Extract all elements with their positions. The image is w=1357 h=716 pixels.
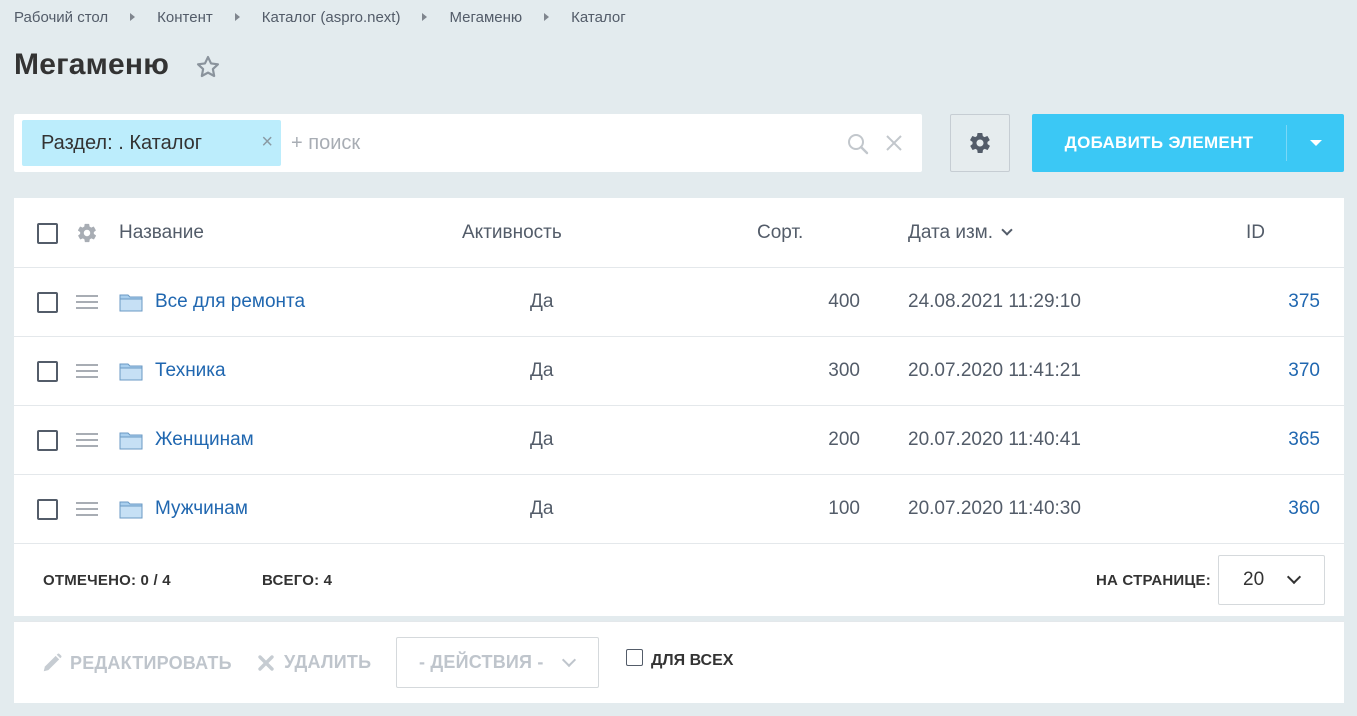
cross-icon: [258, 654, 274, 671]
gear-icon[interactable]: [76, 222, 98, 244]
total-counter-label: ВСЕГО:: [262, 572, 320, 589]
action-panel: РЕДАКТИРОВАТЬ УДАЛИТЬ - ДЕЙСТВИЯ - ДЛЯ В…: [14, 621, 1344, 703]
column-header-date-label: Дата изм.: [908, 221, 994, 243]
selected-counter-value: 0 / 4: [140, 572, 171, 589]
chevron-down-icon: [1001, 223, 1013, 236]
row-id-link[interactable]: 370: [1288, 360, 1320, 382]
row-name-link[interactable]: Мужчинам: [155, 498, 248, 520]
breadcrumb-separator-icon: [130, 13, 136, 21]
selected-counter-label: ОТМЕЧЕНО:: [43, 572, 137, 589]
row-checkbox[interactable]: [37, 498, 58, 520]
edit-button-label: РЕДАКТИРОВАТЬ: [70, 652, 232, 673]
add-element-dropdown[interactable]: [1287, 140, 1344, 146]
total-counter: ВСЕГО: 4: [262, 572, 332, 589]
drag-handle-icon[interactable]: [76, 433, 98, 449]
row-sort: 200: [828, 429, 860, 450]
edit-button[interactable]: РЕДАКТИРОВАТЬ: [41, 652, 232, 674]
folder-icon: [119, 292, 143, 312]
chevron-down-icon: [561, 652, 577, 668]
breadcrumb-item-megamenu[interactable]: Мегаменю: [449, 9, 522, 26]
chevron-down-icon: [1309, 140, 1322, 146]
add-element-button[interactable]: ДОБАВИТЬ ЭЛЕМЕНТ: [1032, 114, 1344, 172]
filter-search-box[interactable]: Раздел: . Каталог ×: [14, 114, 922, 172]
delete-button-label: УДАЛИТЬ: [284, 652, 372, 672]
page-title: Мегаменю: [14, 48, 170, 81]
elements-grid: Название Активность Сорт. Дата изм. ID В…: [14, 198, 1344, 616]
pencil-icon: [43, 653, 62, 672]
row-active: Да: [530, 429, 554, 450]
column-header-sort[interactable]: Сорт.: [757, 222, 803, 244]
row-active: Да: [530, 291, 554, 312]
row-active: Да: [530, 360, 554, 381]
search-icon[interactable]: [846, 132, 870, 156]
close-icon[interactable]: ×: [261, 132, 273, 152]
drag-handle-icon[interactable]: [76, 364, 98, 380]
gear-icon: [970, 133, 990, 153]
per-page-value: 20: [1243, 569, 1265, 590]
breadcrumb-separator-icon: [422, 13, 428, 21]
title-row: Мегаменю: [14, 48, 221, 82]
folder-icon: [119, 361, 143, 381]
row-date: 20.07.2020 11:40:41: [908, 429, 1081, 450]
row-id-link[interactable]: 375: [1288, 291, 1320, 313]
column-header-name[interactable]: Название: [119, 222, 204, 244]
drag-handle-icon[interactable]: [76, 295, 98, 311]
for-all-label: ДЛЯ ВСЕХ: [651, 652, 734, 669]
table-row[interactable]: Женщинам Да 200 20.07.2020 11:40:41 365: [14, 406, 1344, 475]
table-row[interactable]: Все для ремонта Да 400 24.08.2021 11:29:…: [14, 268, 1344, 337]
drag-handle-icon[interactable]: [76, 502, 98, 518]
row-date: 20.07.2020 11:40:30: [908, 498, 1081, 519]
table-row[interactable]: Мужчинам Да 100 20.07.2020 11:40:30 360: [14, 475, 1344, 544]
selected-counter: ОТМЕЧЕНО: 0 / 4: [43, 572, 171, 589]
total-counter-value: 4: [323, 572, 333, 589]
grid-header-row: Название Активность Сорт. Дата изм. ID: [14, 198, 1344, 268]
breadcrumb-separator-icon: [544, 13, 550, 21]
actions-select-value: - ДЕЙСТВИЯ -: [419, 652, 544, 672]
actions-select[interactable]: - ДЕЙСТВИЯ -: [396, 637, 599, 688]
row-id-link[interactable]: 360: [1288, 498, 1320, 520]
row-checkbox[interactable]: [37, 291, 58, 313]
breadcrumb-separator-icon: [234, 13, 240, 21]
for-all-option[interactable]: ДЛЯ ВСЕХ: [626, 648, 734, 670]
breadcrumb-item-catalog[interactable]: Каталог: [571, 9, 626, 26]
per-page-select[interactable]: 20: [1218, 555, 1325, 605]
column-header-date[interactable]: Дата изм.: [908, 221, 1013, 244]
breadcrumb-item-catalog-aspro[interactable]: Каталог (aspro.next): [262, 9, 401, 26]
column-header-id[interactable]: ID: [1246, 222, 1265, 244]
search-input[interactable]: [291, 123, 831, 163]
filter-tag-label: Раздел: . Каталог: [41, 131, 203, 154]
column-header-active[interactable]: Активность: [462, 222, 562, 244]
row-sort: 400: [828, 291, 860, 312]
add-element-label: ДОБАВИТЬ ЭЛЕМЕНТ: [1064, 133, 1254, 152]
breadcrumb-item-desktop[interactable]: Рабочий стол: [14, 9, 108, 26]
filter-tag-section[interactable]: Раздел: . Каталог ×: [22, 120, 281, 166]
folder-icon: [119, 499, 143, 519]
row-checkbox[interactable]: [37, 429, 58, 451]
breadcrumb-item-content[interactable]: Контент: [157, 9, 213, 26]
delete-button[interactable]: УДАЛИТЬ: [257, 652, 371, 673]
chevron-down-icon: [1286, 569, 1302, 585]
star-icon[interactable]: [195, 54, 221, 80]
per-page-label: НА СТРАНИЦЕ:: [1096, 572, 1211, 589]
row-date: 20.07.2020 11:41:21: [908, 360, 1081, 381]
folder-icon: [119, 430, 143, 450]
row-sort: 300: [828, 360, 860, 381]
row-active: Да: [530, 498, 554, 519]
row-name-link[interactable]: Техника: [155, 360, 226, 382]
row-sort: 100: [828, 498, 860, 519]
for-all-checkbox[interactable]: [626, 648, 643, 666]
row-checkbox[interactable]: [37, 360, 58, 382]
row-id-link[interactable]: 365: [1288, 429, 1320, 451]
row-name-link[interactable]: Женщинам: [155, 429, 254, 451]
table-row[interactable]: Техника Да 300 20.07.2020 11:41:21 370: [14, 337, 1344, 406]
grid-footer: ОТМЕЧЕНО: 0 / 4 ВСЕГО: 4 НА СТРАНИЦЕ: 20: [14, 545, 1344, 615]
settings-button[interactable]: [950, 114, 1010, 172]
clear-icon[interactable]: [884, 133, 904, 153]
select-all-checkbox[interactable]: [37, 223, 58, 244]
row-date: 24.08.2021 11:29:10: [908, 291, 1081, 312]
row-name-link[interactable]: Все для ремонта: [155, 291, 305, 313]
breadcrumb: Рабочий стол Контент Каталог (aspro.next…: [14, 6, 626, 28]
